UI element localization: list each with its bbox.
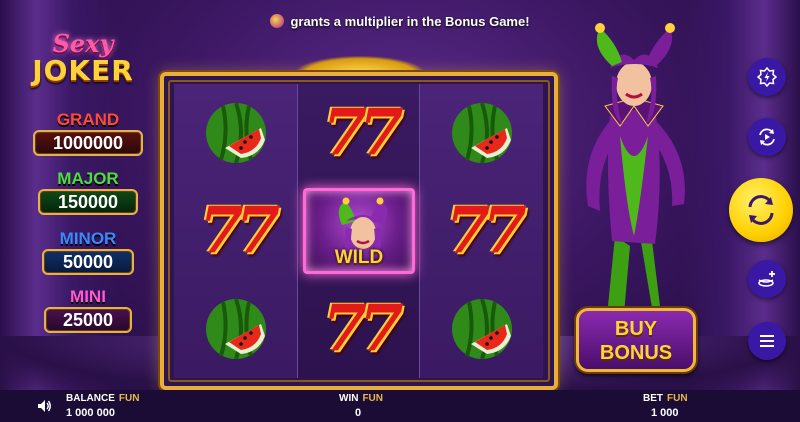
seven-symbol: 77	[322, 291, 403, 366]
jackpot-value: 150000	[38, 189, 138, 215]
bet-label: BET	[643, 393, 663, 404]
menu-button[interactable]	[748, 322, 786, 360]
reel-cell-watermelon	[421, 280, 544, 378]
banner-text: grants a multiplier in the Bonus Game!	[290, 14, 530, 29]
seven-symbol: 77	[322, 95, 403, 170]
jackpot-mini: MINI 25000	[32, 288, 144, 333]
reel-cell-seven: 77	[297, 280, 420, 378]
jackpot-minor: MINOR 50000	[32, 230, 144, 275]
seven-symbol: 77	[445, 193, 527, 268]
jackpot-value: 25000	[44, 307, 132, 333]
win-value: 0	[355, 407, 362, 419]
bet-currency: FUN	[667, 393, 688, 404]
reel-cell-watermelon	[174, 280, 297, 378]
jackpot-label: MAJOR	[57, 169, 119, 188]
watermelon-symbol-icon	[205, 102, 266, 164]
bet-display: BET FUN 1 000	[643, 393, 688, 419]
win-currency: FUN	[362, 393, 384, 404]
wild-label: WILD	[334, 247, 384, 268]
reel-cell-seven: 77	[421, 182, 544, 280]
balance-currency: FUN	[118, 393, 140, 404]
spin-button[interactable]	[729, 178, 793, 242]
autoplay-icon	[759, 128, 775, 146]
reel-cell-watermelon	[421, 84, 544, 182]
reel-frame: 77 77 WILD 77 77	[160, 72, 558, 390]
reel-grid: 77 77 WILD 77 77	[174, 84, 544, 378]
watermelon-symbol-icon	[452, 102, 513, 164]
win-display: WIN FUN 0	[339, 393, 383, 419]
bet-value: 1 000	[651, 407, 679, 419]
spin-icon	[748, 195, 774, 225]
bet-coins-icon	[758, 271, 775, 287]
buy-bonus-button[interactable]: BUY BONUS	[576, 308, 696, 372]
reel-cell-wild: WILD	[303, 188, 415, 274]
bet-settings-button[interactable]	[748, 260, 786, 298]
logo-line1: Sexy	[52, 29, 114, 58]
jackpot-label: MINOR	[59, 229, 117, 248]
bonus-icon	[756, 66, 778, 88]
reel-cell-watermelon	[174, 84, 297, 182]
jackpot-value: 50000	[42, 249, 134, 275]
watermelon-symbol-icon	[452, 298, 513, 360]
balance-value: 1 000 000	[66, 407, 115, 419]
menu-icon	[760, 335, 774, 347]
win-label: WIN	[339, 393, 359, 404]
logo-line2: JOKER	[32, 54, 134, 87]
jackpot-major: MAJOR 150000	[32, 170, 144, 215]
jester-icon	[270, 14, 285, 28]
balance-label: BALANCE	[66, 393, 115, 404]
jackpot-value: 1000000	[33, 130, 143, 156]
buy-bonus-line2: BONUS	[599, 342, 673, 364]
seven-symbol: 77	[199, 193, 280, 268]
jackpot-label: MINI	[70, 287, 106, 306]
bonus-features-button[interactable]	[748, 58, 786, 96]
status-bar: BALANCE FUN 1 000 000 WIN FUN 0 BET FUN 1 0…	[0, 390, 800, 422]
reel-cell-seven: 77	[297, 84, 420, 182]
watermelon-symbol-icon	[205, 298, 266, 360]
balance-display: BALANCE FUN 1 000 000	[66, 393, 139, 419]
reel-cell-seven: 77	[174, 182, 297, 280]
game-logo: Sexy JOKER	[18, 32, 148, 86]
jackpot-label: GRAND	[56, 110, 120, 129]
buy-bonus-line1: BUY	[614, 318, 658, 340]
speaker-icon[interactable]	[36, 398, 52, 414]
jackpot-grand: GRAND 1000000	[32, 111, 144, 156]
autoplay-button[interactable]	[748, 118, 786, 156]
